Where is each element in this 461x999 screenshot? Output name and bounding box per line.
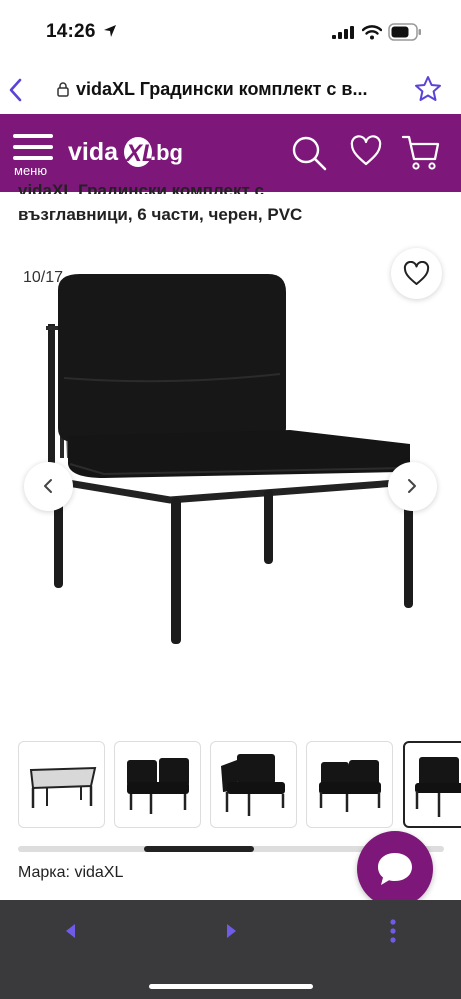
gallery-prev-button[interactable] [24, 462, 73, 511]
vidaxl-logo[interactable]: vida XL .bg [68, 130, 188, 174]
toolbar-back-icon[interactable] [64, 922, 76, 940]
menu-icon [13, 134, 53, 138]
browser-url-bar: vidaXL Градински комплект с в... [0, 68, 461, 114]
thumb-corner-chair-image [127, 758, 189, 814]
status-bar: 14:26 [0, 0, 461, 68]
status-time: 14:26 [46, 21, 96, 42]
menu-label: меню [14, 163, 48, 178]
location-arrow-icon [104, 25, 116, 37]
thumbnail-table[interactable] [18, 741, 105, 828]
product-brand: Марка: vidaXL [18, 864, 124, 881]
battery-icon [388, 23, 421, 41]
thumb-corner-chair-side-image [221, 754, 285, 816]
home-indicator [149, 984, 313, 989]
menu-icon-bar [13, 156, 53, 160]
thumbnail-strip [18, 741, 461, 831]
thumb-table-image [29, 766, 97, 808]
svg-text:.bg: .bg [150, 140, 183, 165]
thumb-corner-chair-back-image [319, 760, 381, 812]
chevron-right-icon [408, 479, 416, 493]
wishlist-button[interactable] [391, 248, 442, 299]
heart-icon [403, 261, 430, 285]
product-main-image[interactable] [40, 268, 420, 658]
thumbnail-corner-chair-side[interactable] [210, 741, 297, 828]
thumbnail-corner-chair[interactable] [114, 741, 201, 828]
star-icon[interactable] [413, 74, 443, 104]
lock-icon [57, 82, 69, 97]
wifi-icon [362, 25, 382, 40]
chat-button[interactable] [357, 831, 433, 907]
product-title-line1: vidaXL Градински комплект с [18, 181, 264, 194]
search-icon[interactable] [290, 134, 328, 172]
more-icon[interactable] [389, 918, 397, 944]
cart-icon[interactable] [401, 133, 441, 171]
thumbnail-scrollbar-thumb[interactable] [144, 846, 254, 852]
browser-toolbar [0, 900, 461, 999]
toolbar-forward-icon[interactable] [226, 922, 238, 940]
back-chevron-icon[interactable] [7, 77, 25, 103]
thumbnail-corner-chair-back[interactable] [306, 741, 393, 828]
signal-icon [332, 26, 354, 39]
svg-text:vida: vida [68, 138, 119, 166]
product-title-line2: възглавници, 6 части, черен, PVC [18, 205, 303, 224]
gallery-next-button[interactable] [388, 462, 437, 511]
chat-icon [378, 853, 412, 885]
chevron-left-icon [44, 479, 52, 493]
thumbnail-middle-chair[interactable] [403, 741, 461, 828]
thumb-middle-chair-image [415, 757, 461, 817]
image-counter: 10/17 [23, 269, 64, 286]
page-title[interactable]: vidaXL Градински комплект с в... [76, 79, 402, 100]
menu-icon-bar [13, 145, 53, 149]
heart-icon[interactable] [349, 135, 383, 167]
